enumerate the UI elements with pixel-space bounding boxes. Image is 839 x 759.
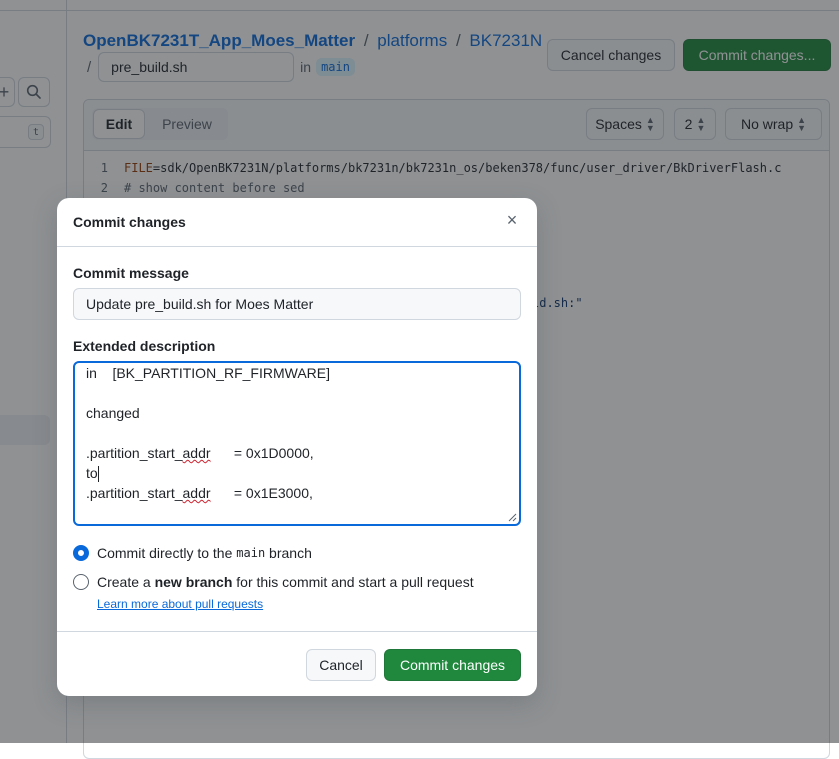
description-text: = 0x1E3000,	[210, 485, 313, 501]
text-cursor	[97, 466, 99, 483]
option-text: for this commit and start a pull request	[232, 574, 474, 590]
commit-direct-option[interactable]: Commit directly to the main branch	[73, 545, 312, 561]
option-text: branch	[265, 545, 312, 561]
misspelled-word: addr	[182, 445, 211, 461]
commit-message-label: Commit message	[73, 265, 189, 281]
description-text: = 0x1D0000,	[210, 445, 314, 461]
description-line: changed	[86, 405, 140, 421]
radio-unselected-icon[interactable]	[73, 574, 89, 590]
radio-selected-icon[interactable]	[73, 545, 89, 561]
option-bold-text: new branch	[154, 574, 233, 590]
dialog-footer-divider	[57, 631, 537, 632]
commit-message-input[interactable]: Update pre_build.sh for Moes Matter	[73, 288, 521, 320]
commit-message-value: Update pre_build.sh for Moes Matter	[86, 296, 314, 312]
resize-grip-icon[interactable]	[508, 513, 517, 522]
misspelled-word: addr	[182, 485, 211, 501]
dialog-header: Commit changes ×	[57, 198, 537, 247]
description-text: .partition_start_	[86, 485, 183, 501]
option-text: Create a	[97, 574, 155, 590]
description-text: to	[86, 465, 98, 481]
dialog-title: Commit changes	[73, 214, 186, 230]
learn-more-link[interactable]: Learn more about pull requests	[97, 597, 263, 611]
commit-dialog: Commit changes × Commit message Update p…	[57, 198, 537, 696]
description-line: .partition_start_addr = 0x1E3000,	[86, 483, 313, 503]
close-icon[interactable]: ×	[503, 210, 521, 230]
option-text: Commit directly to the	[97, 545, 237, 561]
description-text: .partition_start_	[86, 445, 183, 461]
description-line: to	[86, 463, 99, 483]
commit-button[interactable]: Commit changes	[384, 649, 521, 681]
description-line: in [BK_PARTITION_RF_FIRMWARE]	[86, 365, 331, 381]
extended-description-label: Extended description	[73, 338, 216, 354]
description-line: .partition_start_addr = 0x1D0000,	[86, 443, 314, 463]
new-branch-option[interactable]: Create a new branch for this commit and …	[73, 574, 474, 590]
cancel-button[interactable]: Cancel	[306, 649, 376, 681]
extended-description-textarea[interactable]: in [BK_PARTITION_RF_FIRMWARE] changed .p…	[73, 361, 521, 526]
branch-name: main	[236, 546, 266, 560]
